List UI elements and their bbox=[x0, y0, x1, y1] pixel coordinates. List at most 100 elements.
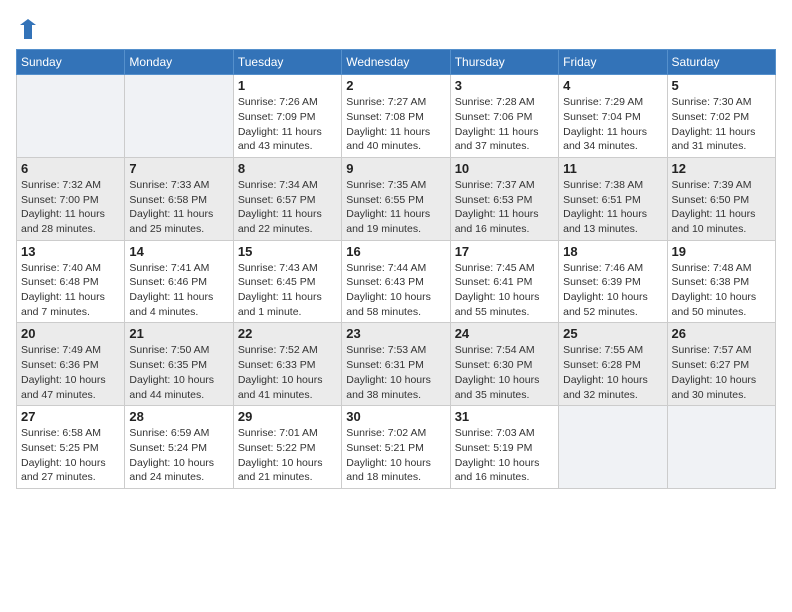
calendar-week-1: 1 Sunrise: 7:26 AMSunset: 7:09 PMDaylight… bbox=[17, 75, 776, 158]
day-number: 19 bbox=[672, 244, 771, 259]
day-number: 16 bbox=[346, 244, 445, 259]
day-info: Sunrise: 7:41 AMSunset: 6:46 PMDaylight:… bbox=[129, 261, 228, 320]
calendar-cell: 2 Sunrise: 7:27 AMSunset: 7:08 PMDaylight… bbox=[342, 75, 450, 158]
calendar-cell: 14 Sunrise: 7:41 AMSunset: 6:46 PMDayligh… bbox=[125, 240, 233, 323]
day-info: Sunrise: 7:44 AMSunset: 6:43 PMDaylight:… bbox=[346, 261, 445, 320]
day-number: 7 bbox=[129, 161, 228, 176]
day-number: 22 bbox=[238, 326, 337, 341]
day-info: Sunrise: 7:34 AMSunset: 6:57 PMDaylight:… bbox=[238, 178, 337, 237]
day-number: 28 bbox=[129, 409, 228, 424]
calendar-cell bbox=[17, 75, 125, 158]
day-info: Sunrise: 7:29 AMSunset: 7:04 PMDaylight:… bbox=[563, 95, 662, 154]
calendar-cell: 9Sunrise: 7:35 AMSunset: 6:55 PMDaylight… bbox=[342, 157, 450, 240]
day-number: 27 bbox=[21, 409, 120, 424]
calendar-cell: 22 Sunrise: 7:52 AMSunset: 6:33 PMDayligh… bbox=[233, 323, 341, 406]
day-number: 23 bbox=[346, 326, 445, 341]
day-info: Sunrise: 7:26 AMSunset: 7:09 PMDaylight:… bbox=[238, 95, 337, 154]
calendar-cell: 8 Sunrise: 7:34 AMSunset: 6:57 PMDaylight… bbox=[233, 157, 341, 240]
calendar-cell: 1 Sunrise: 7:26 AMSunset: 7:09 PMDaylight… bbox=[233, 75, 341, 158]
logo-general bbox=[16, 16, 38, 41]
calendar-header-thursday: Thursday bbox=[450, 50, 558, 75]
calendar-header-wednesday: Wednesday bbox=[342, 50, 450, 75]
day-number: 13 bbox=[21, 244, 120, 259]
calendar-cell: 29 Sunrise: 7:01 AMSunset: 5:22 PMDayligh… bbox=[233, 406, 341, 489]
calendar-header-sunday: Sunday bbox=[17, 50, 125, 75]
day-info: Sunrise: 7:46 AMSunset: 6:39 PMDaylight:… bbox=[563, 261, 662, 320]
calendar-cell: 10Sunrise: 7:37 AMSunset: 6:53 PMDayligh… bbox=[450, 157, 558, 240]
logo bbox=[16, 16, 38, 37]
day-info: Sunrise: 7:37 AMSunset: 6:53 PMDaylight:… bbox=[455, 178, 554, 237]
calendar-cell: 7 Sunrise: 7:33 AMSunset: 6:58 PMDaylight… bbox=[125, 157, 233, 240]
day-info: Sunrise: 6:58 AMSunset: 5:25 PMDaylight:… bbox=[21, 426, 120, 485]
day-number: 4 bbox=[563, 78, 662, 93]
day-number: 3 bbox=[455, 78, 554, 93]
day-number: 21 bbox=[129, 326, 228, 341]
day-number: 1 bbox=[238, 78, 337, 93]
day-info: Sunrise: 7:30 AMSunset: 7:02 PMDaylight:… bbox=[672, 95, 771, 154]
day-info: Sunrise: 7:57 AMSunset: 6:27 PMDaylight:… bbox=[672, 343, 771, 402]
day-info: Sunrise: 7:28 AMSunset: 7:06 PMDaylight:… bbox=[455, 95, 554, 154]
calendar-cell: 20 Sunrise: 7:49 AMSunset: 6:36 PMDayligh… bbox=[17, 323, 125, 406]
day-info: Sunrise: 7:49 AMSunset: 6:36 PMDaylight:… bbox=[21, 343, 120, 402]
day-info: Sunrise: 7:33 AMSunset: 6:58 PMDaylight:… bbox=[129, 178, 228, 237]
day-number: 17 bbox=[455, 244, 554, 259]
calendar-header-tuesday: Tuesday bbox=[233, 50, 341, 75]
day-number: 14 bbox=[129, 244, 228, 259]
calendar-header-row: SundayMondayTuesdayWednesdayThursdayFrid… bbox=[17, 50, 776, 75]
calendar-cell: 5Sunrise: 7:30 AMSunset: 7:02 PMDaylight… bbox=[667, 75, 775, 158]
calendar-cell bbox=[125, 75, 233, 158]
day-info: Sunrise: 7:48 AMSunset: 6:38 PMDaylight:… bbox=[672, 261, 771, 320]
day-info: Sunrise: 7:27 AMSunset: 7:08 PMDaylight:… bbox=[346, 95, 445, 154]
day-info: Sunrise: 6:59 AMSunset: 5:24 PMDaylight:… bbox=[129, 426, 228, 485]
day-number: 15 bbox=[238, 244, 337, 259]
calendar-cell: 27 Sunrise: 6:58 AMSunset: 5:25 PMDayligh… bbox=[17, 406, 125, 489]
calendar-cell bbox=[559, 406, 667, 489]
calendar-cell: 13 Sunrise: 7:40 AMSunset: 6:48 PMDayligh… bbox=[17, 240, 125, 323]
day-number: 24 bbox=[455, 326, 554, 341]
day-info: Sunrise: 7:35 AMSunset: 6:55 PMDaylight:… bbox=[346, 178, 445, 237]
calendar-cell: 18 Sunrise: 7:46 AMSunset: 6:39 PMDayligh… bbox=[559, 240, 667, 323]
calendar-cell: 6Sunrise: 7:32 AMSunset: 7:00 PMDaylight… bbox=[17, 157, 125, 240]
day-number: 29 bbox=[238, 409, 337, 424]
calendar-header-monday: Monday bbox=[125, 50, 233, 75]
day-number: 20 bbox=[21, 326, 120, 341]
calendar-cell: 21Sunrise: 7:50 AMSunset: 6:35 PMDayligh… bbox=[125, 323, 233, 406]
calendar-header-friday: Friday bbox=[559, 50, 667, 75]
page: SundayMondayTuesdayWednesdayThursdayFrid… bbox=[0, 0, 792, 612]
day-info: Sunrise: 7:55 AMSunset: 6:28 PMDaylight:… bbox=[563, 343, 662, 402]
day-info: Sunrise: 7:45 AMSunset: 6:41 PMDaylight:… bbox=[455, 261, 554, 320]
calendar-week-4: 20 Sunrise: 7:49 AMSunset: 6:36 PMDayligh… bbox=[17, 323, 776, 406]
day-info: Sunrise: 7:38 AMSunset: 6:51 PMDaylight:… bbox=[563, 178, 662, 237]
calendar-cell: 26 Sunrise: 7:57 AMSunset: 6:27 PMDayligh… bbox=[667, 323, 775, 406]
calendar-cell: 11 Sunrise: 7:38 AMSunset: 6:51 PMDayligh… bbox=[559, 157, 667, 240]
calendar-cell: 3 Sunrise: 7:28 AMSunset: 7:06 PMDaylight… bbox=[450, 75, 558, 158]
calendar-cell: 23Sunrise: 7:53 AMSunset: 6:31 PMDayligh… bbox=[342, 323, 450, 406]
calendar-header-saturday: Saturday bbox=[667, 50, 775, 75]
day-info: Sunrise: 7:43 AMSunset: 6:45 PMDaylight:… bbox=[238, 261, 337, 320]
day-number: 26 bbox=[672, 326, 771, 341]
day-number: 11 bbox=[563, 161, 662, 176]
day-number: 12 bbox=[672, 161, 771, 176]
day-number: 8 bbox=[238, 161, 337, 176]
calendar-week-2: 6Sunrise: 7:32 AMSunset: 7:00 PMDaylight… bbox=[17, 157, 776, 240]
day-info: Sunrise: 7:52 AMSunset: 6:33 PMDaylight:… bbox=[238, 343, 337, 402]
calendar-cell: 4 Sunrise: 7:29 AMSunset: 7:04 PMDaylight… bbox=[559, 75, 667, 158]
calendar-cell: 19 Sunrise: 7:48 AMSunset: 6:38 PMDayligh… bbox=[667, 240, 775, 323]
header bbox=[16, 16, 776, 37]
day-info: Sunrise: 7:02 AMSunset: 5:21 PMDaylight:… bbox=[346, 426, 445, 485]
calendar-cell: 25 Sunrise: 7:55 AMSunset: 6:28 PMDayligh… bbox=[559, 323, 667, 406]
day-info: Sunrise: 7:40 AMSunset: 6:48 PMDaylight:… bbox=[21, 261, 120, 320]
calendar-cell: 30 Sunrise: 7:02 AMSunset: 5:21 PMDayligh… bbox=[342, 406, 450, 489]
calendar-cell: 12Sunrise: 7:39 AMSunset: 6:50 PMDayligh… bbox=[667, 157, 775, 240]
day-info: Sunrise: 7:54 AMSunset: 6:30 PMDaylight:… bbox=[455, 343, 554, 402]
day-number: 6 bbox=[21, 161, 120, 176]
calendar-cell bbox=[667, 406, 775, 489]
calendar-body: 1 Sunrise: 7:26 AMSunset: 7:09 PMDaylight… bbox=[17, 75, 776, 489]
calendar-cell: 28 Sunrise: 6:59 AMSunset: 5:24 PMDayligh… bbox=[125, 406, 233, 489]
day-number: 30 bbox=[346, 409, 445, 424]
day-number: 2 bbox=[346, 78, 445, 93]
day-info: Sunrise: 7:01 AMSunset: 5:22 PMDaylight:… bbox=[238, 426, 337, 485]
day-number: 31 bbox=[455, 409, 554, 424]
day-number: 18 bbox=[563, 244, 662, 259]
day-number: 25 bbox=[563, 326, 662, 341]
